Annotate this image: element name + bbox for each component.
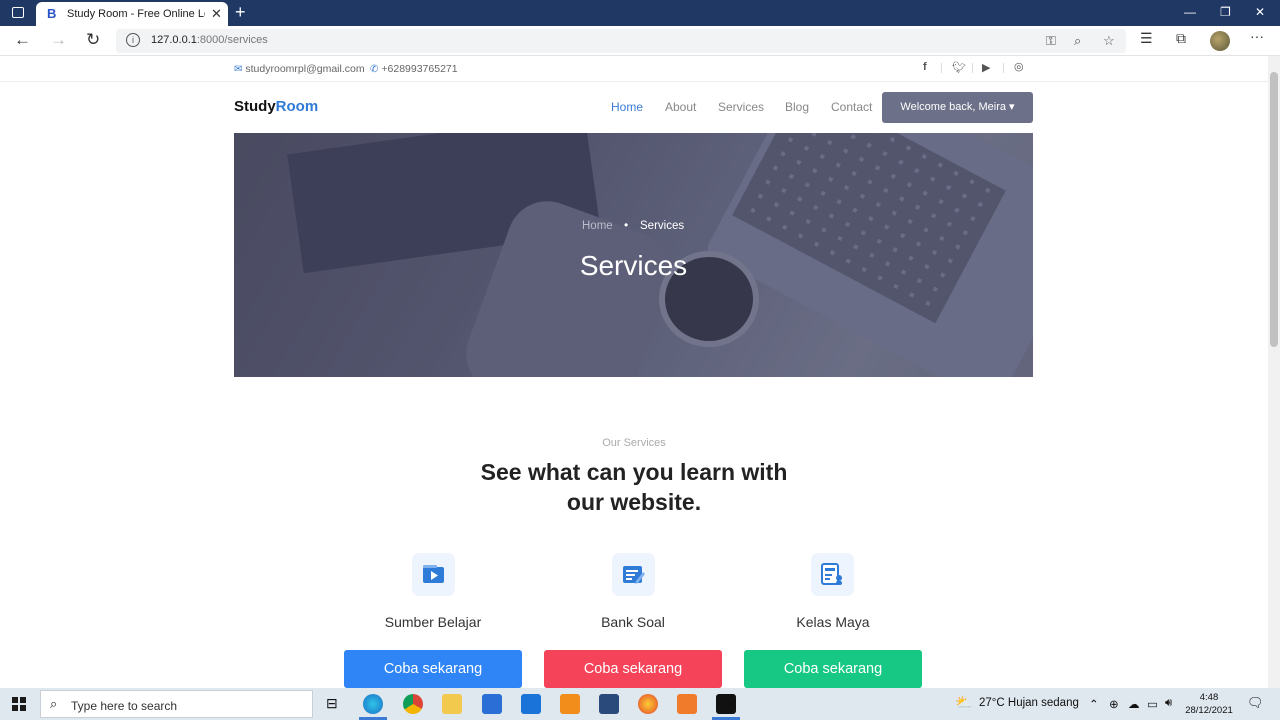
service-1-cta-button[interactable]: Coba sekarang <box>344 650 522 688</box>
section-title: See what can you learn with our website. <box>480 459 788 515</box>
close-window-icon[interactable]: ✕ <box>1255 5 1265 19</box>
sublime-text-icon[interactable] <box>560 694 580 714</box>
network-icon[interactable]: ☁ <box>1128 697 1140 711</box>
nav-contact[interactable]: Contact <box>831 100 872 114</box>
profile-avatar[interactable] <box>1210 31 1230 51</box>
database-app-icon[interactable] <box>599 694 619 714</box>
maximize-icon[interactable]: ❐ <box>1220 5 1231 19</box>
top-info-bar: ✉ studyroomrpl@gmail.com ✆ +628993765271 f… <box>0 56 1268 82</box>
service-label: Bank Soal <box>601 614 665 630</box>
nav-about[interactable]: About <box>665 100 696 114</box>
taskbar-search-input[interactable]: ⌕ Type here to search <box>40 690 313 718</box>
search-placeholder: Type here to search <box>71 699 178 713</box>
scrollbar-thumb[interactable] <box>1270 72 1278 347</box>
new-tab-icon[interactable]: + <box>235 2 246 23</box>
service-3-cta-button[interactable]: Coba sekarang <box>744 650 922 688</box>
chrome-app-icon[interactable] <box>403 694 423 714</box>
more-icon[interactable]: ··· <box>1250 28 1264 44</box>
store-icon[interactable] <box>482 694 502 714</box>
xampp-icon[interactable] <box>677 694 697 714</box>
terminal-icon[interactable] <box>716 694 736 714</box>
divider <box>941 63 942 73</box>
facebook-icon[interactable]: f <box>923 61 927 73</box>
key-icon[interactable]: ⚿ <box>1046 33 1056 49</box>
nav-blog[interactable]: Blog <box>785 100 809 114</box>
email-contact[interactable]: ✉ studyroomrpl@gmail.com <box>234 63 365 75</box>
divider <box>972 63 973 73</box>
forward-icon[interactable]: → <box>50 30 67 50</box>
battery-icon[interactable]: ▭ <box>1147 697 1158 711</box>
virtual-class-icon <box>811 553 854 596</box>
browser-tab[interactable]: B Study Room - Free Online Learni ✕ <box>36 2 228 26</box>
caret-down-icon: ▾ <box>1009 101 1015 113</box>
browser-titlebar: B Study Room - Free Online Learni ✕ + — … <box>0 0 1280 26</box>
question-bank-icon <box>612 553 655 596</box>
favorite-add-icon[interactable]: ☆ <box>1103 33 1115 49</box>
section-kicker: Our Services <box>602 437 666 449</box>
tray-chevron-icon[interactable]: ⌃ <box>1089 697 1099 711</box>
nav-home[interactable]: Home <box>611 100 643 114</box>
instagram-icon[interactable]: ◎ <box>1014 60 1024 73</box>
refresh-icon[interactable]: ↻ <box>86 30 100 50</box>
brand-logo[interactable]: StudyRoom <box>234 98 318 115</box>
zoom-icon[interactable]: ⌕ <box>1074 33 1081 49</box>
volume-icon[interactable]: 🔊︎ <box>1165 697 1172 710</box>
breadcrumb-current: Services <box>640 220 685 232</box>
service-label: Kelas Maya <box>796 614 870 630</box>
address-bar: ← → ↻ i 127.0.0.1:8000/services ⚿ ⌕ ☆ ☰ … <box>0 26 1280 56</box>
url-field[interactable]: i 127.0.0.1:8000/services ⚿ ⌕ ☆ <box>116 29 1126 53</box>
breadcrumb-home[interactable]: Home <box>582 220 613 232</box>
service-label: Sumber Belajar <box>384 614 482 630</box>
tray-app-icon[interactable]: ⊕ <box>1109 697 1119 711</box>
service-2-cta-button[interactable]: Coba sekarang <box>544 650 722 688</box>
phone-contact[interactable]: ✆ +628993765271 <box>370 63 458 75</box>
url-text[interactable]: 127.0.0.1:8000/services <box>151 34 268 46</box>
mail-icon: ✉ <box>234 64 243 75</box>
video-learning-icon <box>412 553 455 596</box>
breadcrumb-separator: • <box>624 218 629 232</box>
back-icon[interactable]: ← <box>14 30 31 50</box>
system-clock[interactable]: 4:48 28/12/2021 <box>1184 691 1234 717</box>
divider <box>1003 63 1004 73</box>
window-menu-icon[interactable] <box>12 7 24 18</box>
edge-app-icon[interactable] <box>363 694 383 714</box>
taskbar: ⌕ Type here to search ⊟ ⛅ 27°C Hujan sed… <box>0 688 1280 720</box>
page: ✉ studyroomrpl@gmail.com ✆ +628993765271 f… <box>0 56 1268 688</box>
phone-icon: ✆ <box>370 64 379 75</box>
mail-app-icon[interactable] <box>521 694 541 714</box>
task-view-icon[interactable]: ⊟ <box>326 695 338 712</box>
notification-icon[interactable]: 🗨︎ <box>1247 695 1264 711</box>
page-title: Services <box>579 250 688 281</box>
firefox-icon[interactable] <box>638 694 658 714</box>
nav-services[interactable]: Services <box>718 100 764 114</box>
file-explorer-icon[interactable] <box>442 694 462 714</box>
minimize-icon[interactable]: — <box>1184 5 1196 19</box>
twitter-icon[interactable]: 🐦︎ <box>952 61 966 74</box>
youtube-icon[interactable]: ▶ <box>982 61 990 74</box>
weather-text[interactable]: 27°C Hujan sedang <box>979 697 1079 709</box>
tab-favicon-icon: B <box>47 6 57 21</box>
page-scrollbar[interactable] <box>1268 56 1280 688</box>
tab-title: Study Room - Free Online Learni <box>67 8 205 20</box>
site-info-icon[interactable]: i <box>126 33 140 47</box>
collections-icon[interactable]: ⧉ <box>1176 30 1186 47</box>
favorites-icon[interactable]: ☰ <box>1140 30 1153 47</box>
hero-banner: Home • Services Services <box>234 133 1033 377</box>
windows-start-icon[interactable] <box>12 697 26 711</box>
user-menu-button[interactable]: Welcome back, Meira ▾ <box>882 92 1033 123</box>
tab-close-icon[interactable]: ✕ <box>211 6 222 22</box>
weather-icon[interactable]: ⛅ <box>955 694 972 711</box>
search-icon: ⌕ <box>50 696 58 711</box>
